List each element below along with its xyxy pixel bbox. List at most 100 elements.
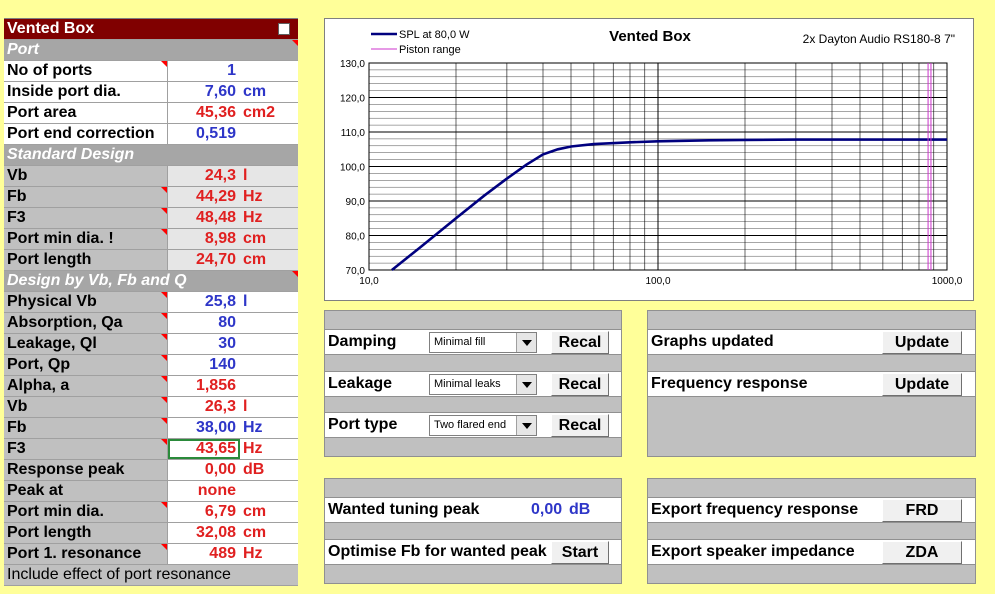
row-unit	[240, 334, 243, 354]
series-line-spl	[391, 138, 947, 272]
chevron-down-icon[interactable]	[516, 416, 536, 435]
row-label: Port min dia.	[4, 502, 168, 522]
row-value[interactable]: 25,8	[168, 292, 240, 312]
export-zda-row: Export speaker impedance ZDA	[648, 539, 975, 565]
damping-label: Damping	[328, 333, 397, 350]
row-label: Peak at	[4, 481, 168, 501]
frequency-response-chart: 130,0 120,0 110,0 100,0 90,0 80,0 70,0 10,0 100,…	[324, 18, 974, 301]
row-value[interactable]: 140	[168, 355, 240, 375]
update-panel: Graphs updated Update Frequency response…	[647, 310, 976, 457]
row-value[interactable]: 1	[168, 61, 240, 81]
export-frd-label: Export frequency response	[651, 501, 859, 518]
row-label: F3	[4, 208, 168, 228]
row-inside-port-dia[interactable]: Inside port dia. 7,60 cm	[4, 82, 298, 103]
row-label: Physical Vb	[4, 292, 168, 312]
include-port-resonance-checkbox[interactable]	[278, 23, 290, 35]
row-include-port-resonance[interactable]: Include effect of port resonance	[4, 23, 298, 586]
row-label: Leakage, Ql	[4, 334, 168, 354]
leakage-select[interactable]: Minimal leaks	[429, 374, 537, 395]
y-tick-label: 80,0	[346, 232, 366, 243]
row-value: 489	[209, 545, 236, 562]
chart-title: Vented Box	[609, 28, 691, 45]
row-port-qp[interactable]: Port, Qp 140	[4, 355, 298, 376]
row-label: Port area	[4, 103, 168, 123]
damping-select-value: Minimal fill	[434, 336, 486, 348]
export-frd-row: Export frequency response FRD	[648, 497, 975, 523]
row-port-length: Port length 32,08 cm	[4, 523, 298, 544]
row-port-end-correction[interactable]: Port end correction 0,519	[4, 124, 298, 145]
row-unit	[240, 355, 243, 375]
y-tick-label: 120,0	[340, 94, 365, 105]
frequency-response-update-button[interactable]: Update	[882, 373, 962, 396]
row-value: 45,36	[195, 104, 236, 121]
row-value-selected[interactable]: 43,65	[168, 439, 240, 459]
row-unit	[240, 376, 243, 396]
row-value: none	[197, 482, 236, 499]
row-value[interactable]: 30	[168, 334, 240, 354]
wanted-peak-row: Wanted tuning peak 0,00 dB	[325, 497, 621, 523]
row-absorption[interactable]: Absorption, Qa 80	[4, 313, 298, 334]
row-unit	[240, 313, 243, 333]
row-label: Port 1. resonance	[4, 544, 168, 564]
damping-recal-button[interactable]: Recal	[551, 331, 609, 354]
row-value: 8,98	[204, 230, 236, 247]
row-unit: cm	[243, 251, 267, 268]
optimise-row: Optimise Fb for wanted peak Start	[325, 539, 621, 565]
row-label: Port length	[4, 250, 168, 270]
port-type-select[interactable]: Two flared end	[429, 415, 537, 436]
wanted-peak-unit: dB	[569, 501, 591, 518]
damping-select[interactable]: Minimal fill	[429, 332, 537, 353]
row-value: 26,3	[204, 398, 236, 415]
section-design-label: Design by Vb, Fb and Q	[4, 271, 298, 291]
row-value[interactable]: 38,00	[168, 418, 240, 438]
graphs-updated-label: Graphs updated	[651, 333, 774, 350]
row-value: 24,3	[204, 167, 236, 184]
export-zda-button[interactable]: ZDA	[882, 541, 962, 564]
optimise-start-button[interactable]: Start	[551, 541, 609, 564]
leakage-recal-button[interactable]: Recal	[551, 373, 609, 396]
row-unit	[240, 481, 243, 501]
port-type-label: Port type	[328, 416, 398, 433]
row-value: 24,70	[195, 251, 236, 268]
row-unit: dB	[243, 461, 265, 478]
row-unit: cm	[243, 524, 267, 541]
row-label: Port length	[4, 523, 168, 543]
damping-row: Damping Minimal fill Recal	[325, 329, 621, 355]
row-physical-vb[interactable]: Physical Vb 25,8 l	[4, 292, 298, 313]
row-value: 6,79	[204, 503, 236, 520]
wanted-peak-value[interactable]: 0,00	[531, 501, 562, 519]
row-port-resonance: Port 1. resonance 489 Hz	[4, 544, 298, 565]
chevron-down-icon[interactable]	[516, 375, 536, 394]
row-label: Response peak	[4, 460, 168, 480]
port-type-recal-button[interactable]: Recal	[551, 414, 609, 437]
row-label: No of ports	[4, 61, 168, 81]
section-standard-label: Standard Design	[7, 146, 135, 163]
graphs-update-button[interactable]: Update	[882, 331, 962, 354]
row-fb-design[interactable]: Fb 38,00 Hz	[4, 418, 298, 439]
row-label: Fb	[4, 418, 168, 438]
y-tick-label: 110,0	[341, 128, 366, 139]
row-value[interactable]: 0,519	[168, 124, 240, 144]
x-tick-label: 10,0	[359, 276, 379, 287]
export-panel: Export frequency response FRD Export spe…	[647, 478, 976, 584]
row-label: Port min dia. !	[4, 229, 168, 249]
row-value: 1,856	[195, 377, 236, 394]
row-unit: cm	[243, 83, 267, 100]
row-fb: Fb 44,29 Hz	[4, 187, 298, 208]
row-no-of-ports[interactable]: No of ports 1	[4, 61, 298, 82]
section-port-label: Port	[4, 40, 298, 60]
y-tick-label: 90,0	[346, 197, 366, 208]
parameter-table: Vented Box Port No of ports 1 Inside port…	[4, 18, 298, 586]
row-f3-design: F3 43,65 Hz	[4, 439, 298, 460]
optimise-panel: Wanted tuning peak 0,00 dB Optimise Fb f…	[324, 478, 622, 584]
chart-svg: 130,0120,0110,0100,090,080,070,010,0 100,…	[340, 28, 963, 287]
row-value[interactable]: 80	[168, 313, 240, 333]
row-leakage[interactable]: Leakage, Ql 30	[4, 334, 298, 355]
row-value[interactable]: 7,60	[168, 82, 240, 102]
row-peak-at: Peak at none	[4, 481, 298, 502]
chevron-down-icon[interactable]	[516, 333, 536, 352]
y-tick-label: 130,0	[340, 59, 365, 70]
row-unit: cm2	[243, 104, 276, 121]
port-type-select-value: Two flared end	[434, 419, 507, 431]
export-frd-button[interactable]: FRD	[882, 499, 962, 522]
